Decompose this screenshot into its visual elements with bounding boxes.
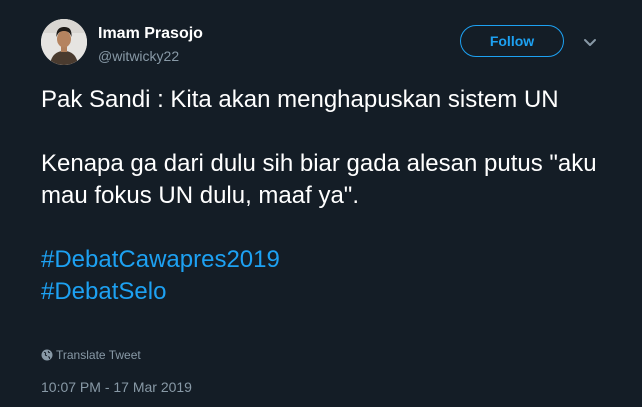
hashtag-link[interactable]: #DebatCawapres2019	[41, 246, 280, 273]
tweet-paragraph-1: Pak Sandi : Kita akan menghapuskan siste…	[41, 86, 559, 113]
tweet-card: Imam Prasojo @witwicky22 Follow Pak Sand…	[0, 0, 642, 407]
avatar-photo	[41, 19, 87, 65]
author-handle[interactable]: @witwicky22	[98, 47, 179, 65]
tweet-text: Pak Sandi : Kita akan menghapuskan siste…	[41, 84, 626, 308]
translate-tweet-button[interactable]: Translate Tweet	[41, 348, 141, 362]
globe-icon	[41, 349, 53, 361]
translate-label: Translate Tweet	[56, 348, 141, 362]
follow-button[interactable]: Follow	[460, 25, 564, 57]
tweet-paragraph-2: Kenapa ga dari dulu sih biar gada alesan…	[41, 150, 597, 209]
chevron-down-icon[interactable]	[582, 36, 598, 48]
hashtag-link[interactable]: #DebatSelo	[41, 278, 166, 305]
tweet-timestamp[interactable]: 10:07 PM - 17 Mar 2019	[41, 378, 192, 396]
avatar[interactable]	[41, 19, 87, 65]
author-name[interactable]: Imam Prasojo	[98, 24, 203, 44]
